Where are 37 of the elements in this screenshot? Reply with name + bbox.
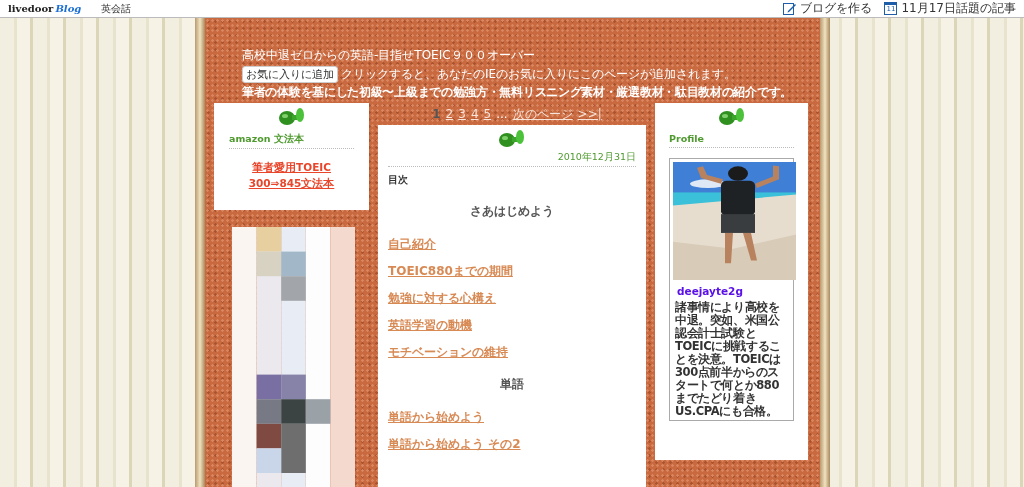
header-link[interactable]: ブログを作る bbox=[783, 0, 873, 17]
livedoor-logo[interactable]: livedoor bbox=[8, 3, 54, 14]
favorite-button[interactable]: お気に入りに追加 bbox=[242, 66, 338, 83]
book-link[interactable]: 300⇒845文法本 bbox=[229, 175, 354, 191]
blog-logo[interactable]: Blog bbox=[55, 3, 82, 14]
last-page-link[interactable]: >>| bbox=[577, 107, 602, 121]
page-link[interactable]: 5 bbox=[483, 107, 492, 121]
toc-link[interactable]: 勉強に対する心構え bbox=[388, 290, 636, 306]
toc-link[interactable]: 自己紹介 bbox=[388, 236, 636, 252]
profile-bio: 諸事情により高校を中退。突如、米国公認会計士試験とTOEICに挑戦することを決意。TOEICは300点前半からのスタートで何とか880までたどり着きUS.CPAにも合格。 bbox=[675, 301, 782, 418]
book-link[interactable]: 筆者愛用TOEIC bbox=[229, 159, 354, 175]
toc-link[interactable]: TOEIC880までの期間 bbox=[388, 263, 636, 279]
pagination-ellipsis: ... bbox=[496, 107, 508, 121]
toc-link[interactable]: 英語学習の動機 bbox=[388, 317, 636, 333]
widget-title: Profile bbox=[669, 133, 794, 148]
post-heading: 目次 bbox=[388, 174, 409, 187]
blog-name: 英会話 bbox=[101, 1, 132, 16]
blog-title[interactable]: 高校中退ゼロからの英語-目指せTOEIC９００オーバー bbox=[242, 47, 820, 64]
section-heading: 単語 bbox=[499, 376, 525, 393]
pushpin-icon bbox=[277, 107, 306, 127]
page-link[interactable]: 4 bbox=[470, 107, 479, 121]
pushpin-icon bbox=[498, 129, 526, 149]
next-page-link[interactable]: 次のページ bbox=[512, 105, 573, 123]
section-heading: さあはじめよう bbox=[469, 203, 555, 220]
profile-name[interactable]: deejayte2g bbox=[677, 285, 790, 297]
toc-link[interactable]: 単語から始めよう その2 bbox=[388, 436, 636, 452]
page-link[interactable]: 2 bbox=[445, 107, 454, 121]
page-link[interactable]: 1 bbox=[432, 107, 441, 121]
blog-description: 筆者の体験を基にした初級〜上級までの勉強方・無料リスニング素材・厳選教材・駄目教材の紹介です。 bbox=[242, 85, 793, 100]
pushpin-icon bbox=[717, 107, 746, 127]
widget-title: amazon 文法本 bbox=[229, 133, 354, 149]
toc-link[interactable]: 単語から始めよう bbox=[388, 409, 636, 425]
pen-icon bbox=[783, 2, 797, 15]
favorite-note: クリックすると、あなたのIEのお気に入りにこのページが追加されます。 bbox=[341, 66, 737, 83]
page-link[interactable]: 3 bbox=[458, 107, 466, 121]
post-date: 2010年12月31日 bbox=[388, 151, 636, 167]
toc-link[interactable]: モチベーションの維持 bbox=[388, 344, 636, 360]
